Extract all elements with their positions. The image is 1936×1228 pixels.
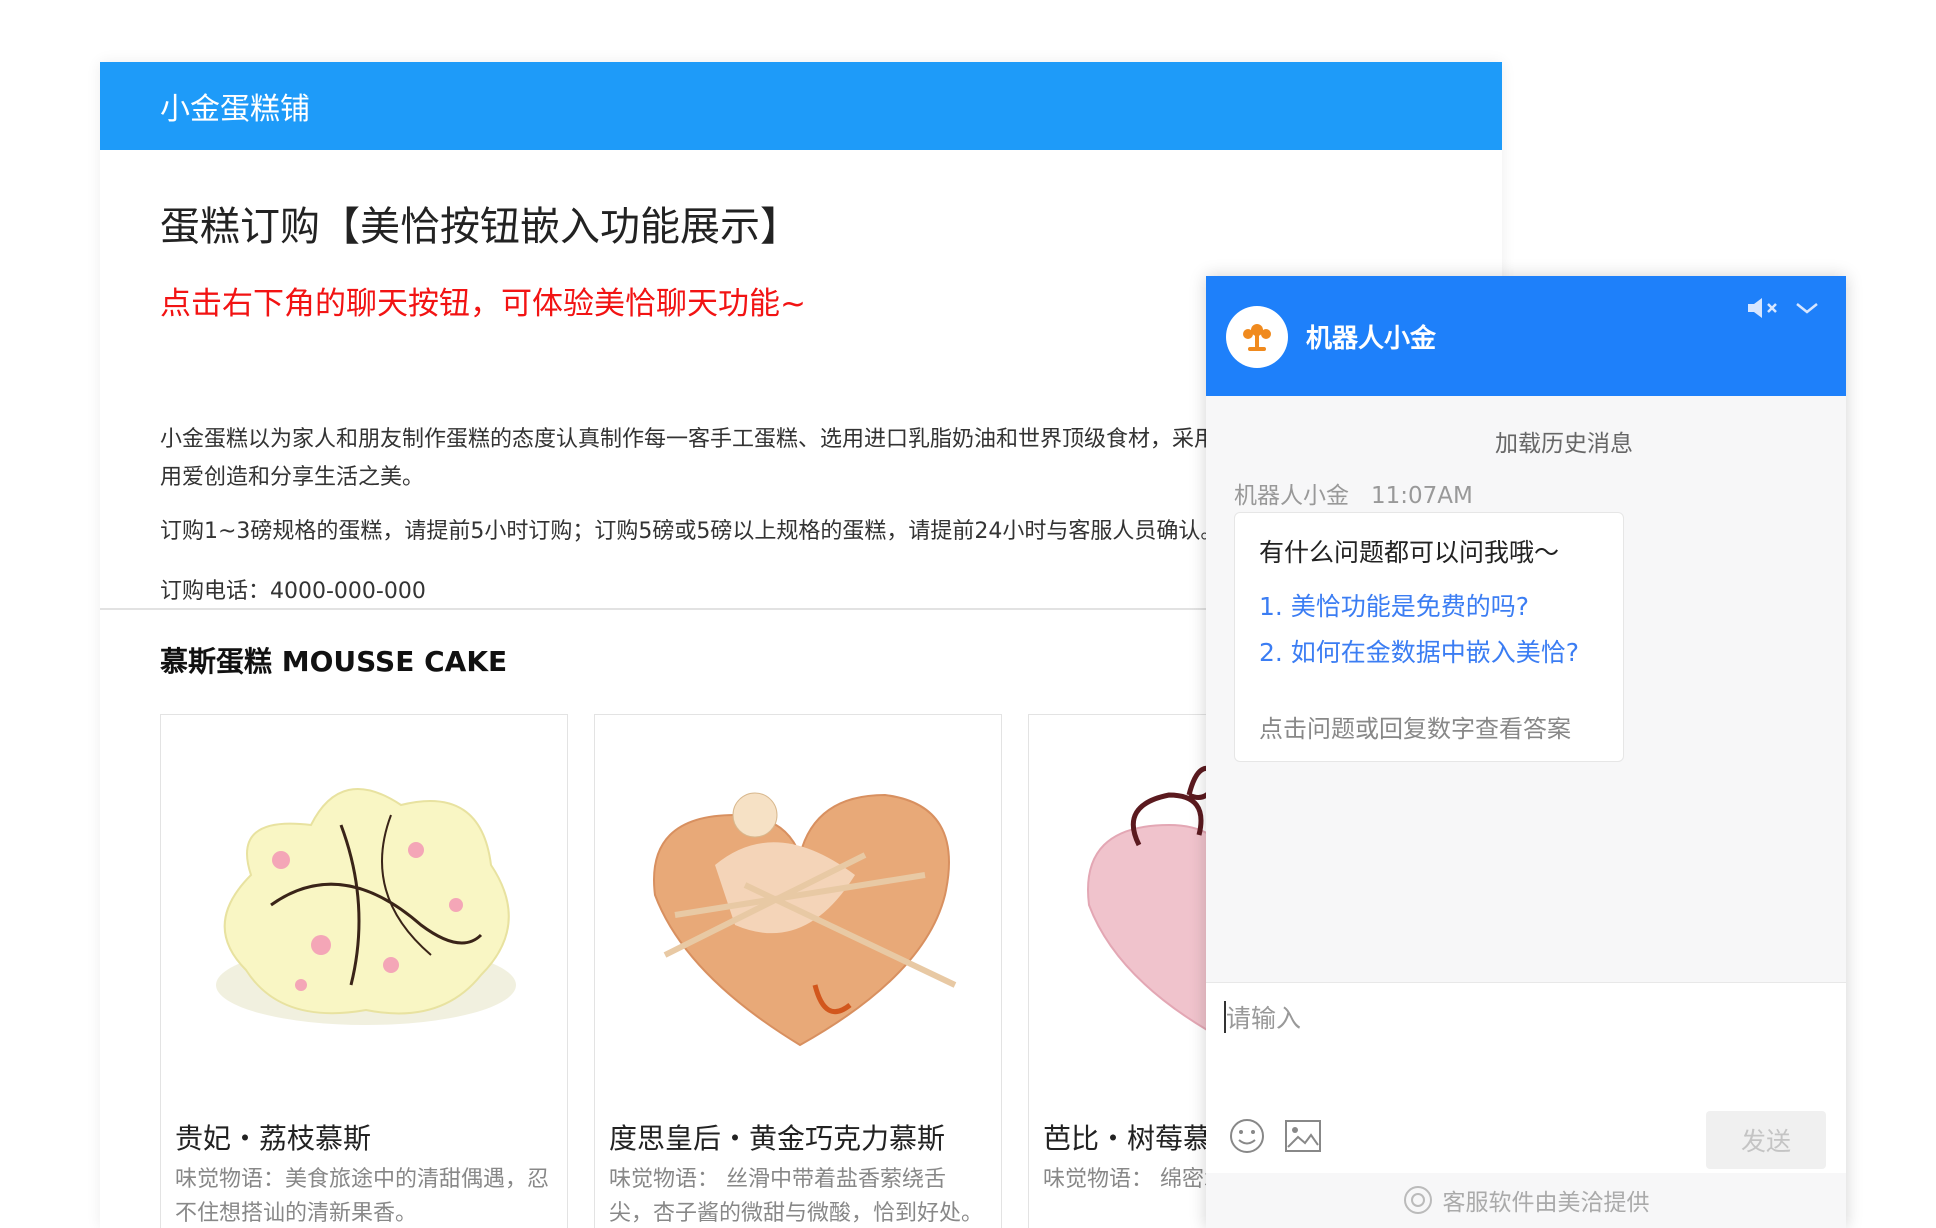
chocolate-mousse-image[interactable] bbox=[625, 755, 975, 1055]
image-upload-icon[interactable] bbox=[1284, 1119, 1322, 1153]
message-sender: 机器人小金 bbox=[1234, 483, 1349, 509]
collapse-chevron-icon[interactable] bbox=[1794, 298, 1820, 318]
message-input[interactable] bbox=[1224, 997, 1808, 1039]
chat-widget: 机器人小金 加载历史消息 机器人小金 11:07AM 有什么问题都可以问我哦～ … bbox=[1206, 276, 1846, 1228]
greeting-text: 有什么问题都可以问我哦～ bbox=[1259, 538, 1560, 567]
emoji-icon[interactable] bbox=[1228, 1117, 1266, 1155]
mute-icon[interactable] bbox=[1746, 296, 1782, 320]
faq-link-1[interactable]: 1. 美恰功能是免费的吗? bbox=[1259, 587, 1623, 623]
message-bubble: 有什么问题都可以问我哦～ 1. 美恰功能是免费的吗? 2. 如何在金数据中嵌入美… bbox=[1234, 512, 1624, 762]
lychee-mousse-image[interactable] bbox=[191, 755, 541, 1055]
bot-name: 机器人小金 bbox=[1306, 324, 1437, 354]
message-time: 11:07AM bbox=[1370, 483, 1473, 509]
page-title: 蛋糕订购【美恰按钮嵌入功能展示】 bbox=[160, 204, 800, 250]
product-card[interactable]: 度思皇后・黄金巧克力慕斯 味觉物语： 丝滑中带着盐香萦绕舌尖，杏子酱的微甜与微酸… bbox=[594, 714, 1002, 1228]
product-desc: 味觉物语：美食旅途中的清甜偶遇，忍不住想搭讪的清新果香。 bbox=[175, 1167, 550, 1226]
tree-logo-icon bbox=[1243, 324, 1271, 351]
faq-tip: 点击问题或回复数字查看答案 bbox=[1259, 715, 1571, 743]
product-name[interactable]: 度思皇后・黄金巧克力慕斯 bbox=[609, 1117, 945, 1157]
faq-link-2[interactable]: 2. 如何在金数据中嵌入美恰? bbox=[1259, 633, 1623, 669]
chat-header: 机器人小金 bbox=[1206, 276, 1846, 396]
powered-by-text[interactable]: 客服软件由美洽提供 bbox=[1443, 1183, 1650, 1217]
store-header: 小金蛋糕铺 bbox=[100, 62, 1502, 150]
bot-avatar bbox=[1226, 306, 1288, 368]
message-meta: 机器人小金 11:07AM bbox=[1234, 476, 1473, 510]
product-card[interactable]: 贵妃・荔枝慕斯 味觉物语：美食旅途中的清甜偶遇，忍不住想搭讪的清新果香。 bbox=[160, 714, 568, 1228]
product-name[interactable]: 贵妃・荔枝慕斯 bbox=[175, 1117, 371, 1157]
product-desc: 味觉物语： 丝滑中带着盐香萦绕舌尖，杏子酱的微甜与微酸，恰到好处。 bbox=[609, 1167, 984, 1226]
send-button[interactable]: 发送 bbox=[1706, 1111, 1826, 1169]
message-composer: 发送 bbox=[1206, 982, 1846, 1173]
store-name[interactable]: 小金蛋糕铺 bbox=[160, 84, 310, 128]
meiqia-logo-icon bbox=[1403, 1186, 1432, 1214]
chat-footer: 客服软件由美洽提供 bbox=[1206, 1172, 1846, 1228]
load-history-link[interactable]: 加载历史消息 bbox=[1206, 424, 1846, 458]
